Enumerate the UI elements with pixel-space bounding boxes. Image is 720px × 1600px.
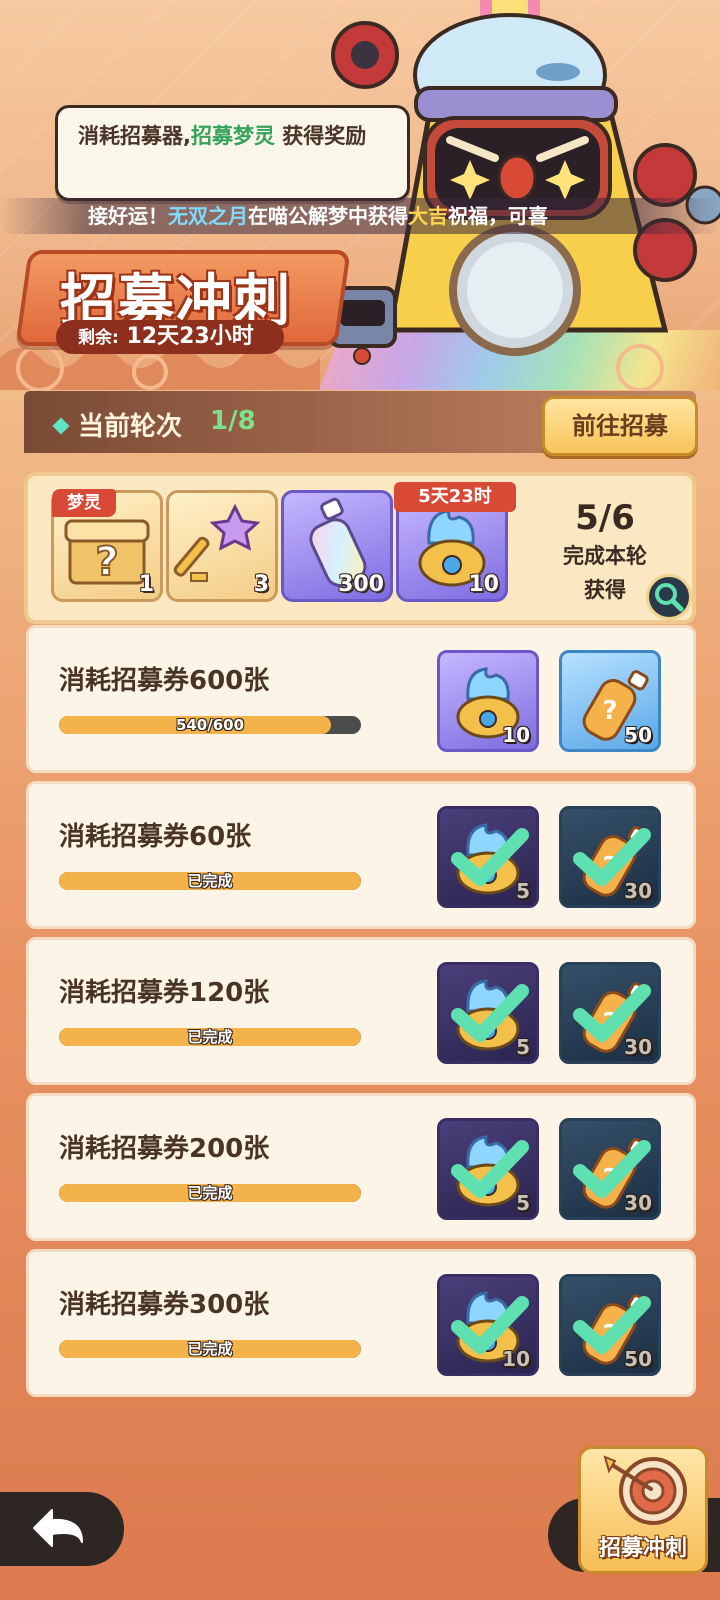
task-reward-1[interactable]: 5 bbox=[437, 806, 539, 908]
reward-count: 5 bbox=[516, 1035, 530, 1059]
reward-count: 1 bbox=[138, 572, 154, 597]
remaining-time: 剩余: 12天23小时 bbox=[56, 320, 284, 354]
task-progress-text: 已完成 bbox=[187, 1184, 233, 1202]
round-value: 1/8 bbox=[210, 406, 256, 436]
task-card: 消耗招募券200张已完成 5 ? 30 bbox=[26, 1093, 696, 1241]
reward-count: 30 bbox=[624, 1035, 652, 1059]
task-progress-bar: 540/600 bbox=[59, 716, 361, 734]
marquee-mid: 在喵公解梦中获得 bbox=[248, 204, 408, 228]
dartboard-icon bbox=[603, 1455, 687, 1525]
reward-count: 30 bbox=[624, 1191, 652, 1215]
task-reward-2[interactable]: ? 30 bbox=[559, 962, 661, 1064]
task-title: 消耗招募券120张 bbox=[59, 978, 270, 1008]
task-progress-bar: 已完成 bbox=[59, 1028, 361, 1046]
goto-recruit-button[interactable]: 前往招募 bbox=[542, 396, 698, 456]
tooltip-prefix: 消耗招募器, bbox=[78, 124, 191, 148]
back-arrow-icon bbox=[33, 1509, 83, 1547]
task-title: 消耗招募券60张 bbox=[59, 822, 252, 852]
marquee-prefix: 接好运！ bbox=[88, 204, 168, 228]
round-progress: 5/6 bbox=[575, 498, 635, 538]
round-reward-slot-3[interactable]: 300 bbox=[281, 490, 393, 602]
round-progress-caption-1: 完成本轮 bbox=[563, 544, 647, 568]
task-card: 消耗招募券120张已完成 5 ? 30 bbox=[26, 937, 696, 1085]
reward-count: 5 bbox=[516, 879, 530, 903]
task-reward-2[interactable]: ? 50 bbox=[559, 1274, 661, 1376]
back-button[interactable] bbox=[0, 1492, 124, 1566]
limited-time-tag: 5天23时 bbox=[394, 482, 516, 512]
task-card: 消耗招募券60张已完成 5 ? 30 bbox=[26, 781, 696, 929]
reward-count: 3 bbox=[253, 572, 269, 597]
task-progress-text: 540/600 bbox=[175, 716, 245, 734]
marquee-player-name: 无双之月 bbox=[168, 204, 248, 228]
task-progress-bar: 已完成 bbox=[59, 1184, 361, 1202]
task-reward-1[interactable]: 10 bbox=[437, 650, 539, 752]
remaining-value: 12天23小时 bbox=[126, 324, 254, 349]
reward-count: 300 bbox=[338, 572, 384, 597]
task-progress-text: 已完成 bbox=[187, 1340, 233, 1358]
marquee-luck: 大吉 bbox=[408, 204, 448, 228]
reward-count: 5 bbox=[516, 1191, 530, 1215]
reward-tag: 梦灵 bbox=[52, 489, 116, 517]
tooltip-highlight: 招募梦灵 bbox=[190, 124, 275, 148]
remaining-label: 剩余: bbox=[78, 328, 119, 348]
reward-count: 10 bbox=[502, 1347, 530, 1371]
task-title: 消耗招募券600张 bbox=[59, 666, 270, 696]
reward-count: 10 bbox=[502, 723, 530, 747]
task-progress-text: 已完成 bbox=[187, 872, 233, 890]
round-label: 当前轮次 bbox=[78, 412, 183, 442]
svg-text:?: ? bbox=[602, 696, 617, 726]
task-reward-2[interactable]: ? 30 bbox=[559, 806, 661, 908]
recruit-sprint-label[interactable]: 招募冲刺 bbox=[578, 1530, 708, 1562]
task-progress-bar: 已完成 bbox=[59, 1340, 361, 1358]
task-card: 消耗招募券300张已完成 10 ? 50 bbox=[26, 1249, 696, 1397]
task-reward-2[interactable]: ? 30 bbox=[559, 1118, 661, 1220]
announcement-marquee: 接好运！无双之月在喵公解梦中获得大吉祝福，可喜 bbox=[0, 198, 720, 234]
task-progress-bar: 已完成 bbox=[59, 872, 361, 890]
task-reward-1[interactable]: 5 bbox=[437, 1118, 539, 1220]
event-tooltip: 消耗招募器,招募梦灵 获得奖励 bbox=[55, 105, 410, 201]
preview-button[interactable] bbox=[646, 574, 692, 620]
task-progress-text: 已完成 bbox=[187, 1028, 233, 1046]
reward-count: 50 bbox=[624, 1347, 652, 1371]
tooltip-suffix: 获得奖励 bbox=[274, 124, 367, 148]
svg-text:?: ? bbox=[95, 539, 118, 585]
task-reward-1[interactable]: 5 bbox=[437, 962, 539, 1064]
marquee-suffix: 祝福，可喜 bbox=[448, 204, 548, 228]
task-title: 消耗招募券300张 bbox=[59, 1290, 270, 1320]
reward-count: 30 bbox=[624, 879, 652, 903]
reward-count: 50 bbox=[624, 723, 652, 747]
task-reward-2[interactable]: ? 50 bbox=[559, 650, 661, 752]
magnifier-icon bbox=[655, 583, 684, 612]
reward-count: 10 bbox=[468, 572, 499, 597]
round-reward-slot-2[interactable]: 3 bbox=[166, 490, 278, 602]
task-title: 消耗招募券200张 bbox=[59, 1134, 270, 1164]
task-card: 消耗招募券600张 540/600 10? 50 bbox=[26, 625, 696, 773]
task-reward-1[interactable]: 10 bbox=[437, 1274, 539, 1376]
